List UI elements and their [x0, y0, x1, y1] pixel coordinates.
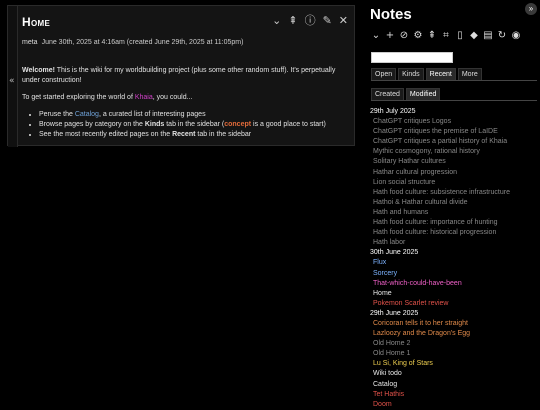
bullet-text: Peruse the: [39, 111, 75, 118]
recent-item[interactable]: Hathar cultural progression: [373, 168, 538, 178]
list-item: Peruse the Catalog, a curated list of in…: [39, 110, 350, 120]
welcome-text: This is the wiki for my worldbuilding pr…: [22, 67, 336, 84]
fold-icon[interactable]: «: [9, 76, 15, 86]
recent-item[interactable]: Lazloozy and the Dragon's Egg: [373, 329, 538, 339]
intro-pre: To get started exploring the world of: [22, 94, 135, 101]
recent-item[interactable]: Tet Hathis: [373, 390, 538, 400]
new-journal-icon[interactable]: ▯: [455, 30, 465, 42]
welcome-paragraph: Welcome! This is the wiki for my worldbu…: [22, 66, 350, 86]
bullet-text: is a good place to start): [251, 121, 326, 128]
recent-item[interactable]: ChatGPT critiques a partial history of K…: [373, 137, 538, 147]
site-title: Notes: [370, 6, 412, 23]
recent-item[interactable]: Pokemon Scarlet review: [373, 299, 538, 309]
layout-icon[interactable]: ▤: [483, 30, 493, 42]
tab-more[interactable]: More: [457, 68, 482, 80]
more-icon[interactable]: ⌄: [272, 15, 281, 27]
tab-kinds[interactable]: Kinds: [398, 68, 424, 80]
recent-item[interactable]: Hathoi & Hathar cultural divide: [373, 198, 538, 208]
bullet-text: See the most recently edited pages on th…: [39, 131, 173, 138]
list-item: See the most recently edited pages on th…: [39, 130, 350, 140]
tab-recent[interactable]: Recent: [425, 68, 456, 80]
recent-item[interactable]: That-which-could-have-been: [373, 279, 538, 289]
recent-day-heading: 29th June 2025: [370, 309, 419, 317]
close-icon[interactable]: ✕: [339, 15, 348, 27]
recent-item[interactable]: Solitary Hathar cultures: [373, 157, 538, 167]
export-icon[interactable]: ⇞: [288, 15, 297, 27]
welcome-bold: Welcome!: [22, 67, 55, 74]
recent-item[interactable]: Flux: [373, 258, 538, 268]
subtab-modified[interactable]: Modified: [405, 88, 441, 100]
suggestion-list: Peruse the Catalog, a curated list of in…: [39, 110, 350, 140]
recent-item[interactable]: Wiki todo: [373, 369, 538, 379]
bullet-text: tab in the sidebar: [195, 131, 252, 138]
bullet-text: Browse pages by category on the: [39, 121, 145, 128]
intro-post: , you could...: [152, 94, 193, 101]
new-tiddler-icon[interactable]: +: [385, 30, 395, 42]
recent-item[interactable]: Lu Si, King of Stars: [373, 359, 538, 369]
tiddler-title: Home: [22, 15, 51, 29]
search-input[interactable]: [371, 52, 453, 63]
recent-subtabs: Created Modified: [371, 88, 537, 101]
tiddler-meta: meta June 30th, 2025 at 4:16am (created J…: [22, 39, 243, 46]
fullscreen-icon[interactable]: ⌗: [441, 30, 451, 42]
refresh-icon[interactable]: ↻: [497, 30, 507, 42]
story-river: « Home ⌄ ⇞ ⓘ ✎ ✕ meta June 30th, 2025 at 4:16…: [0, 0, 366, 405]
export-icon[interactable]: ⇞: [427, 30, 437, 42]
recent-bold: Recent: [172, 131, 196, 138]
intro-paragraph: To get started exploring the world of Kh…: [22, 93, 350, 103]
recent-day-heading: 30th June 2025: [370, 249, 419, 257]
toggle-sidebar-button[interactable]: »: [525, 3, 537, 15]
fold-bar[interactable]: «: [8, 6, 18, 147]
theme-icon[interactable]: ◉: [511, 30, 521, 42]
tiddler-modifier[interactable]: meta: [22, 39, 38, 46]
bullet-text: , a curated list of interesting pages: [98, 111, 206, 118]
subtab-created[interactable]: Created: [371, 88, 404, 100]
kinds-bold: Kinds: [144, 121, 165, 128]
catalog-link[interactable]: Catalog: [75, 111, 99, 118]
recent-item[interactable]: ChatGPT critiques Logos: [373, 117, 538, 127]
recent-item[interactable]: Lion social structure: [373, 178, 538, 188]
recent-item[interactable]: Hath food culture: subsistence infrastru…: [373, 188, 538, 198]
attachment-icon[interactable]: ⊘: [399, 30, 409, 42]
recent-item[interactable]: Old Home 2: [373, 339, 538, 349]
recent-item[interactable]: Home: [373, 289, 538, 299]
recent-item[interactable]: Hath and humans: [373, 208, 538, 218]
recent-item[interactable]: Sorcery: [373, 269, 538, 279]
tiddler-toolbar: ⌄ ⇞ ⓘ ✎ ✕: [272, 15, 348, 27]
page-toolbar: ⌄ + ⊘ ⚙ ⇞ ⌗ ▯ ◆ ▤ ↻ ◉: [371, 30, 521, 42]
concept-link[interactable]: concept: [224, 121, 251, 128]
tiddler-home: « Home ⌄ ⇞ ⓘ ✎ ✕ meta June 30th, 2025 at 4:16…: [7, 5, 355, 147]
tiddler-date: June 30th, 2025 at 4:16am (created June …: [41, 39, 244, 46]
recent-item[interactable]: ChatGPT critiques the premise of LaIDE: [373, 127, 538, 137]
recent-item[interactable]: Hath food culture: importance of hunting: [373, 218, 538, 228]
recent-item[interactable]: Hath food culture: historical progressio…: [373, 228, 538, 238]
recent-item[interactable]: Old Home 1: [373, 349, 538, 359]
tab-open[interactable]: Open: [371, 68, 397, 80]
control-panel-icon[interactable]: ⚙: [413, 30, 423, 42]
recent-item[interactable]: Catalog: [373, 380, 538, 390]
list-item: Browse pages by category on the Kinds ta…: [39, 120, 350, 130]
tiddler-body: Welcome! This is the wiki for my worldbu…: [22, 66, 350, 140]
bullet-text: tab in the sidebar (: [164, 121, 225, 128]
more-icon[interactable]: ⌄: [371, 30, 381, 42]
tag-icon[interactable]: ◆: [469, 30, 479, 42]
recent-list: 29th July 2025 ChatGPT critiques Logos Cha…: [370, 107, 538, 410]
sidebar-tabs: Open Kinds Recent More: [371, 68, 537, 81]
sidebar: Notes » ⌄ + ⊘ ⚙ ⇞ ⌗ ▯ ◆ ▤ ↻ ◉ Open Kinds Recent More …: [366, 0, 540, 408]
recent-item[interactable]: Coricoran tells it to her straight: [373, 319, 538, 329]
info-icon[interactable]: ⓘ: [305, 15, 316, 27]
khaia-link[interactable]: Khaia: [135, 94, 153, 101]
recent-day-heading: 29th July 2025: [370, 108, 416, 115]
recent-item[interactable]: Hath labor: [373, 238, 538, 248]
recent-item[interactable]: Mythic cosmogony, rational history: [373, 147, 538, 157]
edit-icon[interactable]: ✎: [323, 15, 332, 27]
